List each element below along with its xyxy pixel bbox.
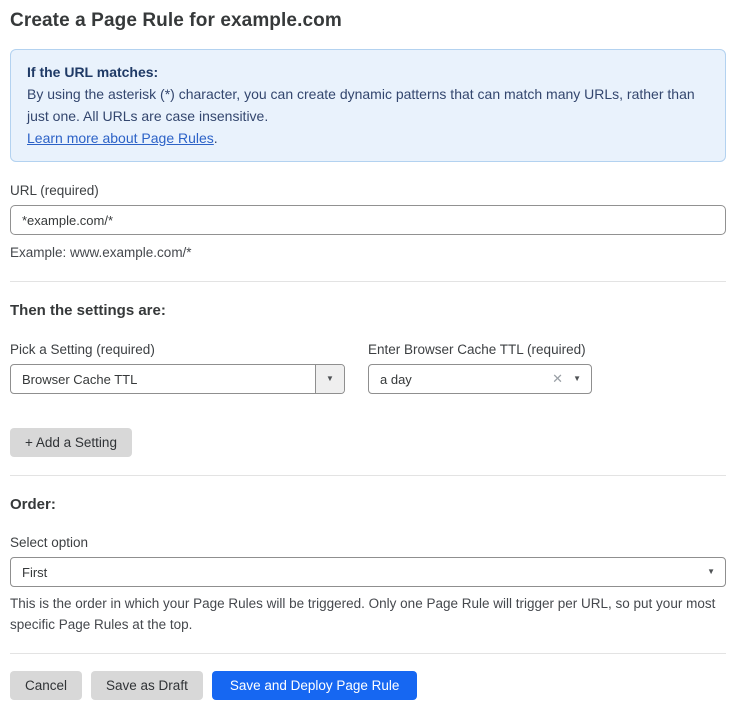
url-input[interactable] (10, 205, 726, 235)
setting-picker-value: Browser Cache TTL (11, 372, 315, 387)
setting-picker-label: Pick a Setting (required) (10, 342, 345, 357)
ttl-picker-field: Enter Browser Cache TTL (required) a day… (368, 342, 592, 394)
url-example-text: Example: www.example.com/* (10, 242, 726, 263)
settings-row: Pick a Setting (required) Browser Cache … (10, 342, 726, 394)
ttl-picker-label: Enter Browser Cache TTL (required) (368, 342, 592, 357)
ttl-picker-select[interactable]: a day ✕ ▼ (368, 364, 592, 394)
settings-section-heading: Then the settings are: (10, 302, 726, 319)
chevron-down-icon: ▼ (705, 568, 725, 576)
chevron-down-icon: ▼ (326, 375, 334, 383)
url-match-info-box: If the URL matches: By using the asteris… (10, 49, 726, 162)
footer-actions: Cancel Save as Draft Save and Deploy Pag… (10, 671, 726, 700)
page-title: Create a Page Rule for example.com (10, 10, 726, 32)
url-field-label: URL (required) (10, 183, 726, 198)
chevron-down-icon: ▼ (571, 375, 591, 383)
add-setting-button[interactable]: + Add a Setting (10, 428, 132, 457)
setting-picker-field: Pick a Setting (required) Browser Cache … (10, 342, 345, 394)
info-box-text: By using the asterisk (*) character, you… (27, 86, 695, 124)
link-period: . (214, 130, 218, 146)
divider (10, 281, 726, 282)
order-select[interactable]: First ▼ (10, 557, 726, 587)
learn-more-link[interactable]: Learn more about Page Rules (27, 130, 214, 146)
divider (10, 475, 726, 476)
save-as-draft-button[interactable]: Save as Draft (91, 671, 203, 700)
clear-icon[interactable]: ✕ (548, 371, 571, 387)
divider (10, 653, 726, 654)
save-and-deploy-button[interactable]: Save and Deploy Page Rule (212, 671, 418, 700)
cancel-button[interactable]: Cancel (10, 671, 82, 700)
info-box-body: By using the asterisk (*) character, you… (27, 83, 709, 149)
info-box-heading: If the URL matches: (27, 61, 709, 83)
order-select-value: First (11, 565, 705, 580)
setting-picker-caret-segment[interactable]: ▼ (315, 365, 344, 393)
order-select-label: Select option (10, 535, 726, 550)
order-section-heading: Order: (10, 496, 726, 513)
ttl-picker-value: a day (369, 372, 548, 387)
setting-picker-select[interactable]: Browser Cache TTL ▼ (10, 364, 345, 394)
order-help-text: This is the order in which your Page Rul… (10, 593, 726, 635)
